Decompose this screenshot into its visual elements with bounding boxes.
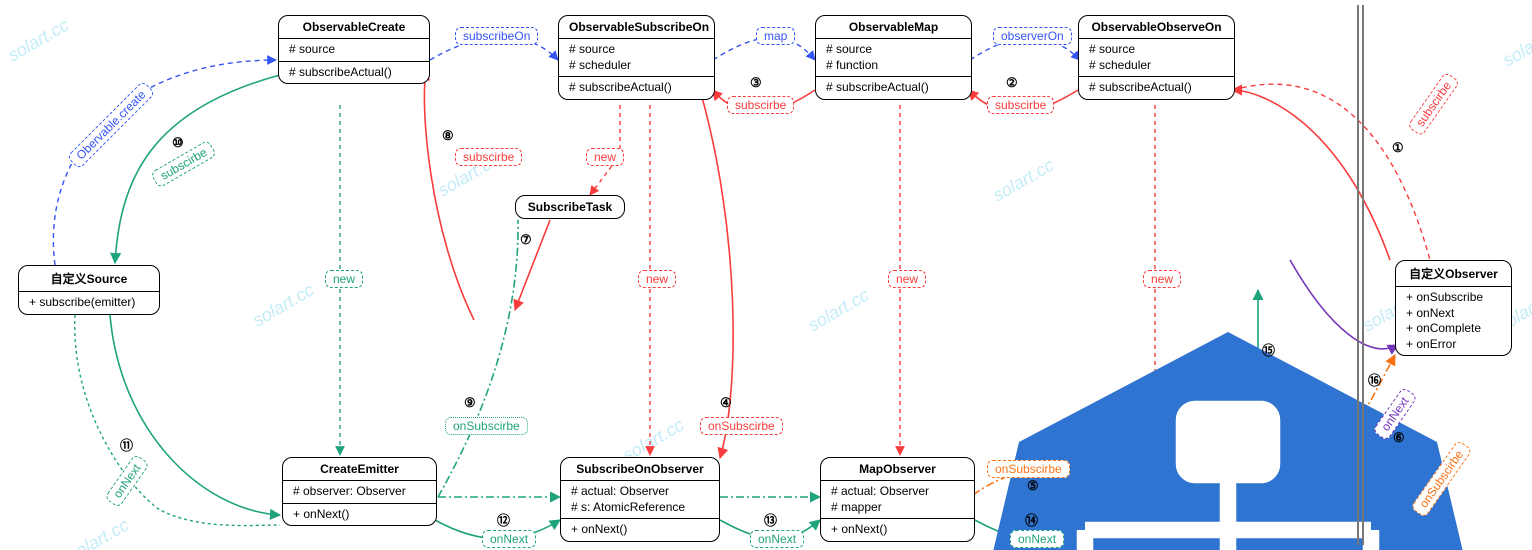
class-observablecreate: ObservableCreate # source # subscribeAct… xyxy=(278,15,430,84)
class-ops: # subscribeActual() xyxy=(816,77,971,99)
class-attrs: # source # scheduler xyxy=(559,39,714,77)
class-title: 自定义Source xyxy=(19,266,159,292)
step-num: ⑩ xyxy=(172,135,184,151)
label-new: new xyxy=(325,270,363,288)
class-ops: # subscribeActual() xyxy=(279,62,429,84)
label-onnext: onNext xyxy=(750,530,804,548)
class-title: ObservableSubscribeOn xyxy=(559,16,714,39)
class-ops: + onNext() xyxy=(283,504,436,526)
label-new: new xyxy=(888,270,926,288)
class-attrs: # observer: Observer xyxy=(283,481,436,504)
class-observablesubscribeon: ObservableSubscribeOn # source # schedul… xyxy=(558,15,715,100)
class-title: CreateEmitter xyxy=(283,458,436,481)
class-subscribetask: SubscribeTask xyxy=(515,195,625,219)
step-num: ① xyxy=(1392,140,1404,156)
label-subscribe: subscirbe xyxy=(987,96,1054,114)
scheduler-icon: scheduler xyxy=(1218,200,1298,280)
label-onsubscribe: onSubscirbe xyxy=(445,417,528,435)
class-observableobserveon: ObservableObserveOn # source # scheduler… xyxy=(1078,15,1235,100)
class-attrs: # source xyxy=(279,39,429,62)
label-onsubscribe: onSubscirbe xyxy=(987,460,1070,478)
step-num: ⑦ xyxy=(520,232,532,248)
label-onsubscribe: onSubscirbe xyxy=(700,417,783,435)
step-num: ④ xyxy=(720,395,732,411)
class-title: SubscribeTask xyxy=(516,196,624,218)
label-subscribe: subscirbe xyxy=(727,96,794,114)
label-map: map xyxy=(756,27,795,45)
label-new: new xyxy=(1143,270,1181,288)
scheduler-icon: scheduler xyxy=(462,310,542,390)
step-num: ② xyxy=(1006,75,1018,91)
class-attrs: # source # function xyxy=(816,39,971,77)
label-new: new xyxy=(638,270,676,288)
step-num: ⑫ xyxy=(497,510,510,529)
separator-bar xyxy=(1357,5,1359,545)
class-observablemap: ObservableMap # source # function # subs… xyxy=(815,15,972,100)
step-num: ⑯ xyxy=(1368,370,1381,389)
label-subscribe: subscirbe xyxy=(455,148,522,166)
class-ops: # subscribeActual() xyxy=(1079,77,1234,99)
class-title: ObservableMap xyxy=(816,16,971,39)
class-title: ObservableObserveOn xyxy=(1079,16,1234,39)
step-num: ⑧ xyxy=(442,128,454,144)
class-createemitter: CreateEmitter # observer: Observer + onN… xyxy=(282,457,437,526)
label-observeron: observerOn xyxy=(993,27,1072,45)
class-title: ObservableCreate xyxy=(279,16,429,39)
step-num: ⑥ xyxy=(1393,430,1405,446)
class-customsource: 自定义Source + subscribe(emitter) xyxy=(18,265,160,315)
step-num: ⑤ xyxy=(1027,478,1039,494)
label-onnext: onNext xyxy=(482,530,536,548)
step-num: ⑮ xyxy=(1262,340,1275,359)
label-subscribeon: subscribeOn xyxy=(455,27,538,45)
class-ops: + subscribe(emitter) xyxy=(19,292,159,314)
step-num: ⑬ xyxy=(764,510,777,529)
step-num: ③ xyxy=(750,75,762,91)
class-attrs: # source # scheduler xyxy=(1079,39,1234,77)
step-num: ⑪ xyxy=(120,435,133,454)
label-new: new xyxy=(586,148,624,166)
class-ops: # subscribeActual() xyxy=(559,77,714,99)
step-num: ⑭ xyxy=(1025,510,1038,529)
step-num: ⑨ xyxy=(464,395,476,411)
separator-bar xyxy=(1362,5,1364,545)
label-onnext: onNext xyxy=(1010,530,1064,548)
